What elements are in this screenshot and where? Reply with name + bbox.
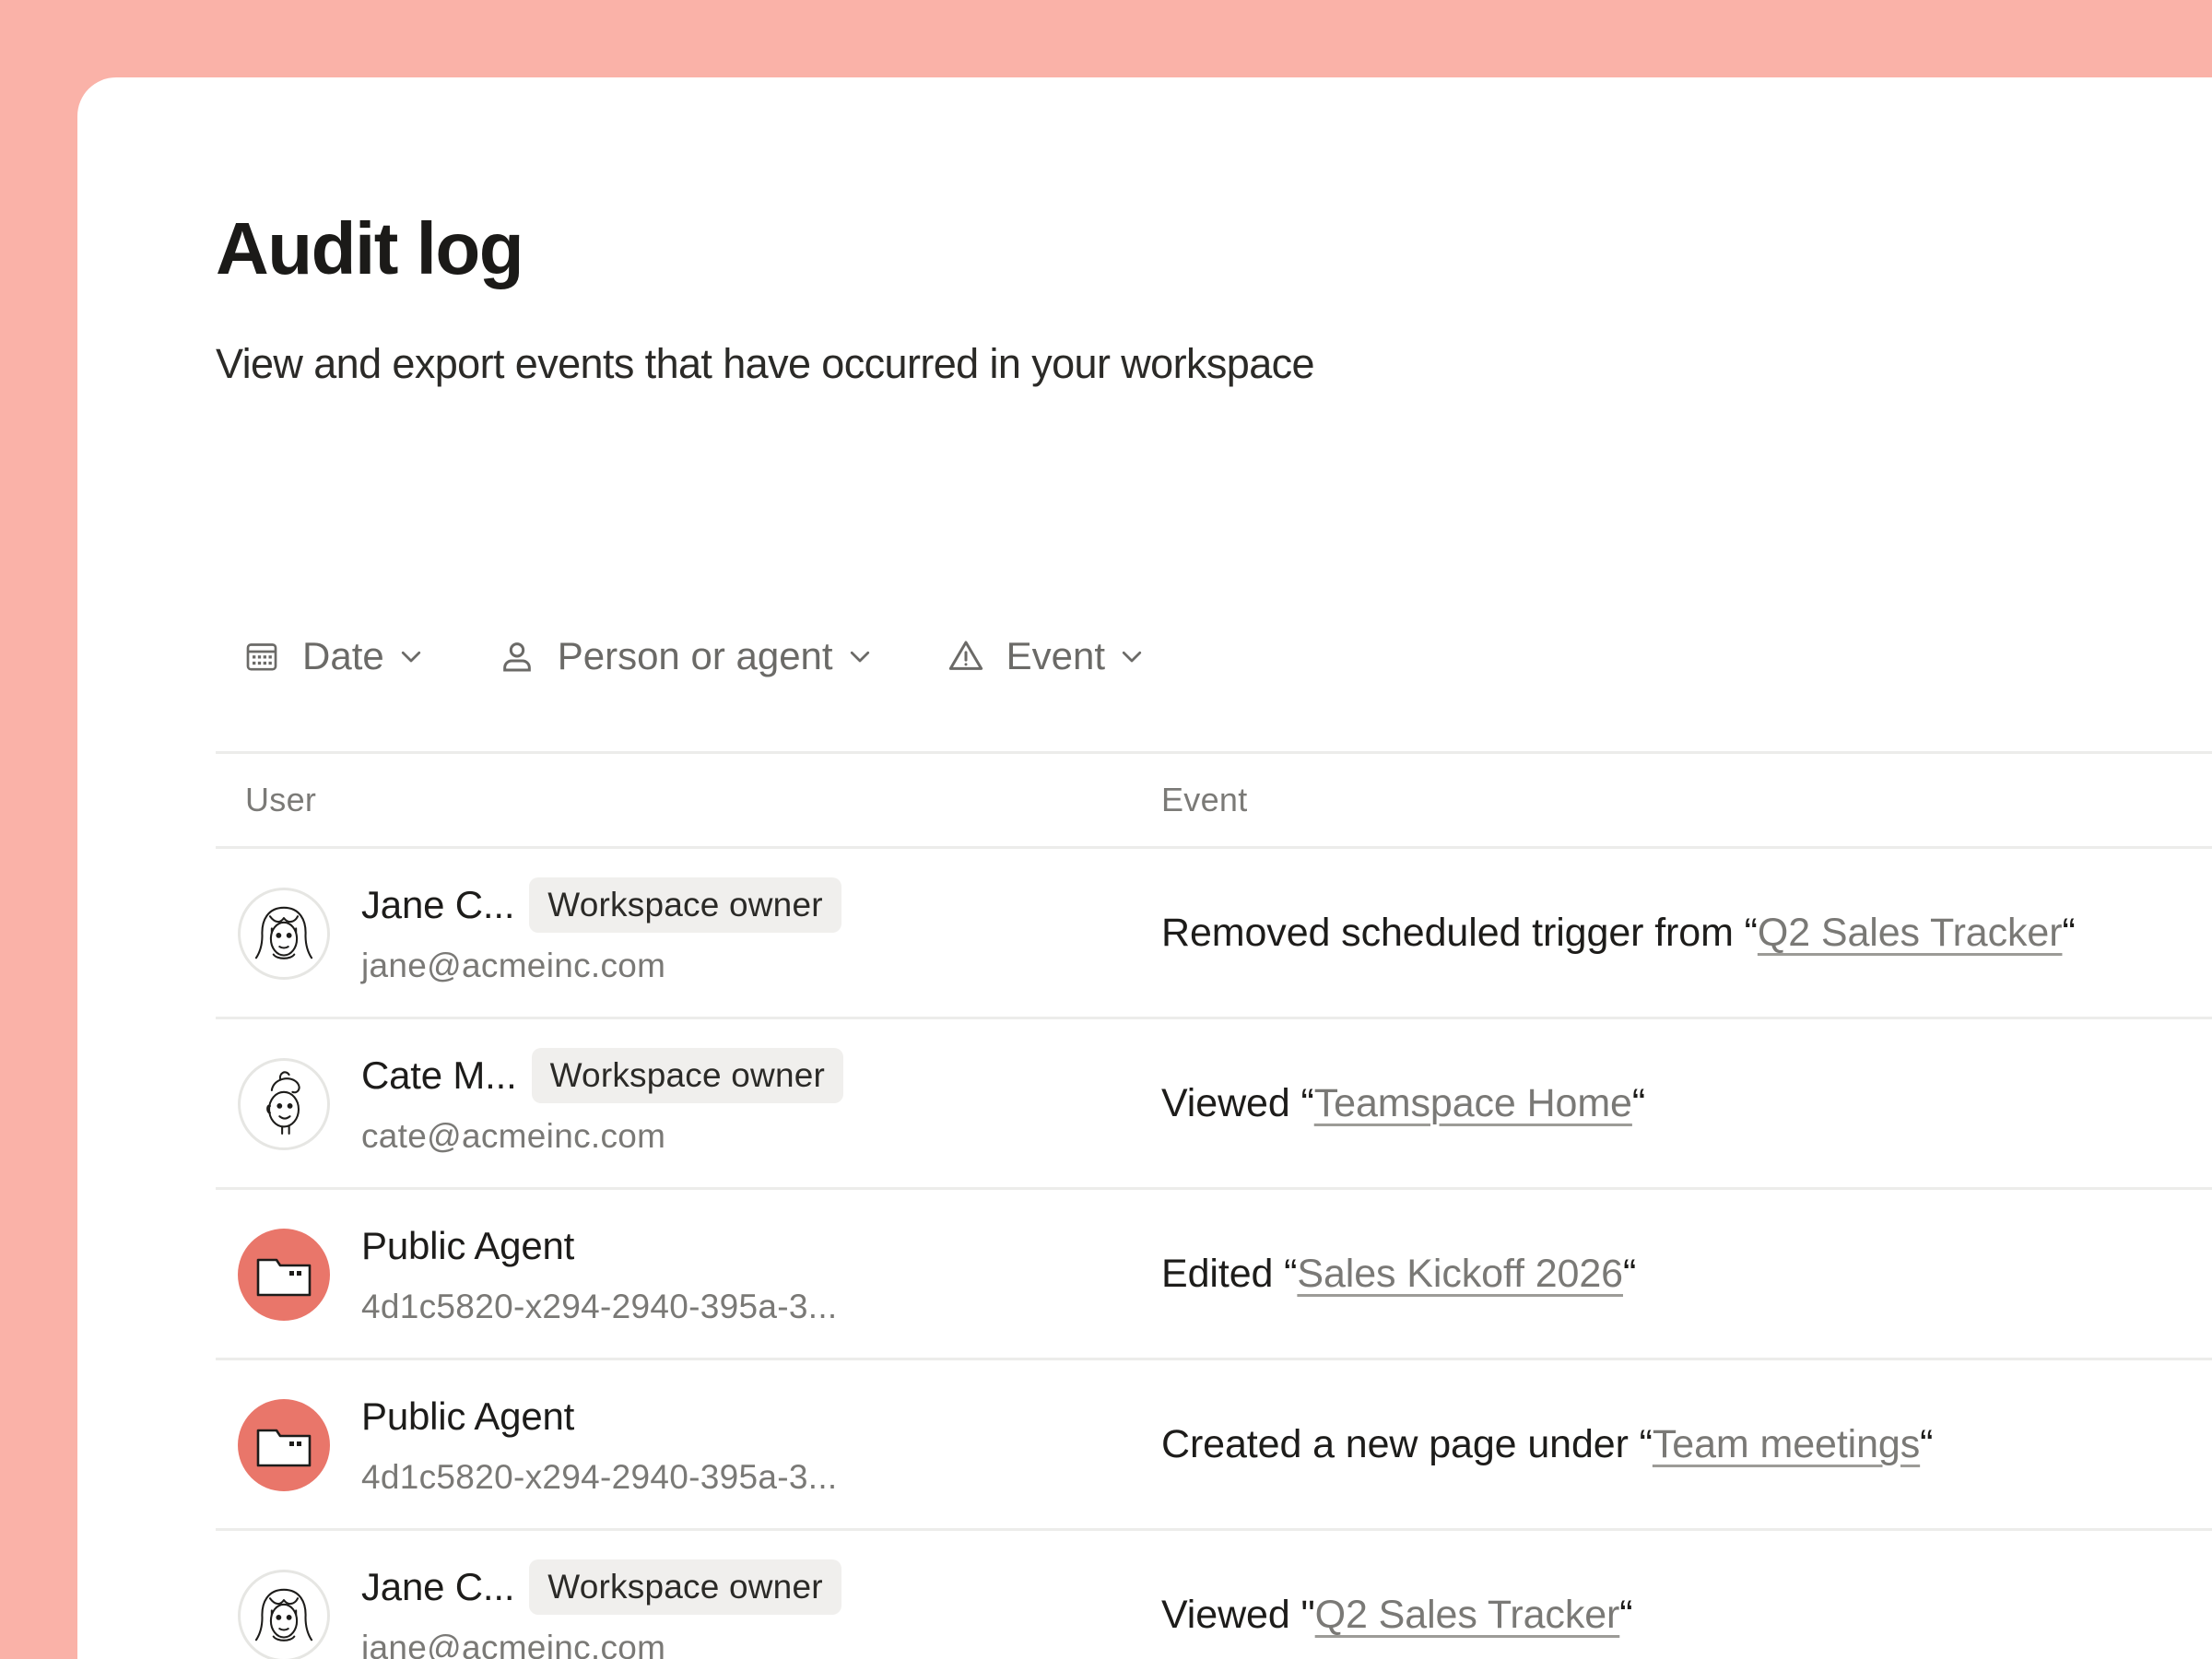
warning-icon — [947, 638, 984, 675]
event-page-link[interactable]: Q2 Sales Tracker — [1758, 911, 2063, 955]
user-name: Public Agent — [361, 1394, 575, 1438]
table-row[interactable]: Jane C... Workspace owner jane@acmeinc.c… — [216, 849, 2212, 1019]
event-suffix: “ — [1622, 1252, 1637, 1296]
agent-id: 4d1c5820-x294-2940-395a-3... — [361, 1288, 838, 1325]
agent-avatar — [238, 1229, 330, 1321]
table-row[interactable]: Jane C... Workspace owner jane@acmeinc.c… — [216, 1531, 2212, 1659]
event-filter-label: Event — [1006, 634, 1105, 677]
person-icon — [499, 638, 535, 675]
agent-avatar — [238, 1399, 330, 1491]
chevron-down-icon — [846, 642, 874, 670]
date-filter-label: Date — [302, 634, 384, 677]
user-name: Jane C... — [361, 883, 515, 926]
event-prefix: Viewed " — [1161, 1593, 1315, 1637]
user-email: jane@acmeinc.com — [361, 1629, 666, 1659]
table-row[interactable]: Cate M... Workspace owner cate@acmeinc.c… — [216, 1019, 2212, 1190]
event-description: Created a new page under “Team meetings“ — [1161, 1360, 1933, 1528]
jane-avatar — [238, 888, 330, 980]
user-name: Cate M... — [361, 1053, 517, 1097]
event-description: Viewed "Q2 Sales Tracker“ — [1161, 1531, 1633, 1659]
event-prefix: Viewed “ — [1161, 1081, 1314, 1125]
user-name-line: Jane C... Workspace owner — [361, 877, 841, 934]
cate-avatar — [238, 1058, 330, 1150]
person-or-agent-filter[interactable]: Person or agent — [488, 616, 892, 697]
jane-avatar — [238, 1570, 330, 1659]
event-prefix: Edited “ — [1161, 1252, 1298, 1296]
event-page-link[interactable]: Teamspace Home — [1314, 1081, 1632, 1125]
page-subtitle: View and export events that have occurre… — [216, 340, 1315, 387]
event-description: Edited “Sales Kickoff 2026“ — [1161, 1190, 1636, 1358]
user-name-line: Jane C... Workspace owner — [361, 1559, 841, 1616]
event-page-link[interactable]: Sales Kickoff 2026 — [1297, 1252, 1623, 1296]
date-filter[interactable]: Date — [216, 616, 443, 697]
event-page-link[interactable]: Team meetings — [1653, 1422, 1920, 1466]
event-suffix: “ — [1920, 1422, 1934, 1466]
event-prefix: Removed scheduled trigger from “ — [1161, 911, 1758, 955]
page-title: Audit log — [216, 207, 524, 289]
user-email: cate@acmeinc.com — [361, 1117, 666, 1155]
column-header-user: User — [245, 781, 317, 818]
event-suffix: “ — [1619, 1593, 1633, 1637]
event-description: Removed scheduled trigger from “Q2 Sales… — [1161, 849, 2076, 1017]
audit-log-table: User Event Jane C... Workspace owner jan… — [216, 751, 2212, 1659]
event-description: Viewed “Teamspace Home“ — [1161, 1019, 1645, 1187]
role-badge: Workspace owner — [529, 877, 841, 933]
user-name-line: Cate M... Workspace owner — [361, 1047, 844, 1104]
user-name: Public Agent — [361, 1224, 575, 1267]
audit-log-panel: Audit log View and export events that ha… — [77, 77, 2212, 1659]
user-name: Jane C... — [361, 1565, 515, 1608]
event-filter[interactable]: Event — [936, 616, 1164, 697]
chevron-down-icon — [397, 642, 425, 670]
user-name-line: Public Agent — [361, 1218, 574, 1275]
agent-id: 4d1c5820-x294-2940-395a-3... — [361, 1458, 838, 1496]
table-row[interactable]: Public Agent 4d1c5820-x294-2940-395a-3..… — [216, 1360, 2212, 1531]
chevron-down-icon — [1118, 642, 1146, 670]
table-row[interactable]: Public Agent 4d1c5820-x294-2940-395a-3..… — [216, 1190, 2212, 1360]
column-header-event: Event — [1161, 781, 1248, 818]
event-suffix: “ — [1631, 1081, 1646, 1125]
user-email: jane@acmeinc.com — [361, 947, 666, 984]
user-name-line: Public Agent — [361, 1388, 574, 1445]
table-header: User Event — [216, 751, 2212, 849]
role-badge: Workspace owner — [531, 1048, 844, 1103]
event-prefix: Created a new page under “ — [1161, 1422, 1653, 1466]
event-suffix: “ — [2062, 911, 2076, 955]
calendar-icon — [243, 638, 280, 675]
role-badge: Workspace owner — [529, 1559, 841, 1615]
event-page-link[interactable]: Q2 Sales Tracker — [1315, 1593, 1620, 1637]
filter-bar: Date Person or agent Event — [216, 616, 1164, 697]
person-or-agent-filter-label: Person or agent — [557, 634, 833, 677]
